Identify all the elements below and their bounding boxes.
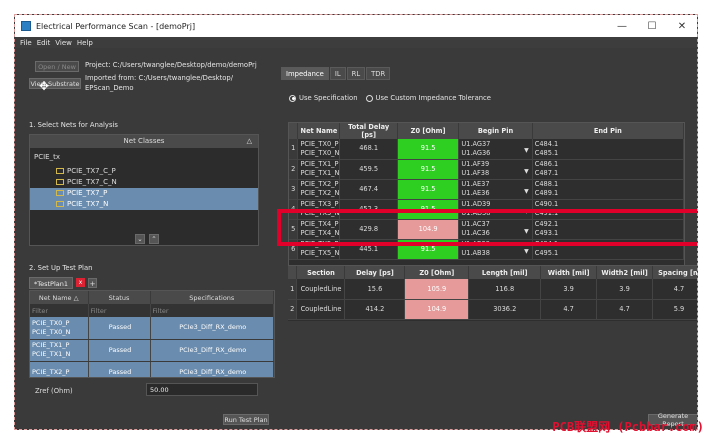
z0-cell: 91.5 (397, 159, 460, 180)
table-row[interactable]: 2 CoupledLine 414.2 104.9 3036.2 4.7 4.7… (288, 299, 697, 320)
col-z0[interactable]: Z0 [Ohm] (404, 266, 470, 279)
title-bar: Electrical Performance Scan - [demoPrj] … (15, 15, 697, 37)
col-net-name[interactable]: Net Name (297, 123, 341, 139)
move-cursor-icon: ✥ (39, 79, 50, 93)
imported-path-2: EPScan_Demo (85, 84, 134, 92)
zref-input[interactable]: 50.00 (146, 383, 258, 396)
filter-input[interactable]: Filter (88, 304, 151, 317)
use-spec-radio[interactable]: Use Specification (289, 94, 358, 102)
close-button[interactable]: ✕ (667, 21, 697, 32)
highlight-box (277, 209, 697, 246)
tab-tdr[interactable]: TDR (366, 67, 391, 80)
section-table: Section Delay [ps] Z0 [Ohm] Length [mil]… (288, 265, 697, 321)
col-net-name[interactable]: Net Name △ (30, 291, 89, 304)
filter-input[interactable]: Filter (150, 304, 274, 317)
setup-plan-label: 2. Set Up Test Plan (29, 264, 93, 272)
net-class-tree: Net Classes △ PCIE_tx PCIE_TX7_C_P PCIE_… (29, 134, 259, 246)
zref-label: Zref (Ohm) (35, 387, 73, 395)
view-substrate-button[interactable]: View Substrate (29, 78, 81, 89)
col-status[interactable]: Status (88, 291, 151, 304)
col-begin-pin[interactable]: Begin Pin (458, 123, 533, 139)
col-length[interactable]: Length [mil] (468, 266, 542, 279)
col-end-pin[interactable]: End Pin (532, 123, 684, 139)
select-nets-label: 1. Select Nets for Analysis (29, 121, 118, 129)
col-delay[interactable]: Delay [ps] (344, 266, 406, 279)
net-icon (56, 190, 64, 196)
move-up-button[interactable]: ⌃ (149, 234, 159, 244)
menu-view[interactable]: View (55, 39, 72, 47)
minimize-button[interactable]: — (607, 21, 637, 32)
tree-item[interactable]: PCIE_TX7_N (30, 199, 258, 210)
dropdown-arrow-icon[interactable]: ▼ (524, 146, 529, 155)
close-tab-icon[interactable]: x (76, 278, 86, 287)
net-icon (56, 179, 64, 185)
table-row[interactable]: PCIE_TX0_P PCIE_TX0_N Passed PCIe3_Diff_R… (30, 317, 274, 340)
run-test-plan-button[interactable]: Run Test Plan (223, 414, 269, 425)
table-row[interactable]: 1 CoupledLine 15.6 105.9 116.8 3.9 3.9 4… (288, 279, 697, 300)
table-row[interactable]: 3 PCIE_TX2_P PCIE_TX2_N 467.4 91.5 U1.AE37 U1.… (289, 179, 684, 200)
move-down-button[interactable]: ⌄ (135, 234, 145, 244)
menu-file[interactable]: File (20, 39, 32, 47)
tolerance-options: Use Specification Use Custom Impedance T… (289, 94, 499, 102)
net-icon (56, 201, 64, 207)
impedance-net-table: Net Name Total Delay [ps] Z0 [Ohm] Begin… (288, 122, 685, 284)
net-icon (56, 168, 64, 174)
col-total-delay[interactable]: Total Delay [ps] (339, 123, 398, 139)
test-plan-table: Net Name △ Status Specifications Filter … (29, 290, 275, 378)
use-custom-radio[interactable]: Use Custom Impedance Tolerance (365, 94, 491, 102)
z0-cell: 91.5 (397, 179, 460, 200)
watermark: PCB联盟网 (Pcbbar.com) (552, 420, 704, 434)
table-row[interactable]: 1 PCIE_TX0_P PCIE_TX0_N 468.1 91.5 U1.AG37 U1.… (289, 139, 684, 160)
tree-item[interactable]: PCIE_TX7_P (30, 188, 258, 199)
col-width[interactable]: Width [mil] (540, 266, 598, 279)
dropdown-arrow-icon[interactable]: ▼ (524, 187, 529, 196)
table-row[interactable]: 2 PCIE_TX1_P PCIE_TX1_N 459.5 91.5 U1.AF39 U1.… (289, 159, 684, 180)
app-window: Electrical Performance Scan - [demoPrj] … (14, 14, 698, 430)
tree-item[interactable]: PCIE_TX7_C_P (30, 166, 258, 177)
window-title: Electrical Performance Scan - [demoPrj] (36, 21, 196, 31)
z0-cell: 91.5 (397, 139, 460, 160)
table-row[interactable]: PCIE_TX1_P PCIE_TX1_N Passed PCIe3_Diff_R… (30, 339, 274, 362)
analysis-tabs: Impedance IL RL TDR (281, 67, 391, 80)
dropdown-arrow-icon[interactable]: ▼ (524, 167, 529, 176)
imported-path-1: Imported from: C:/Users/twanglee/Desktop… (85, 74, 234, 82)
menu-edit[interactable]: Edit (37, 39, 51, 47)
tree-item[interactable]: PCIE_TX7_C_N (30, 177, 258, 188)
col-spacing[interactable]: Spacing [m (652, 266, 697, 279)
table-row[interactable]: PCIE_TX2_P Passed PCIe3_Diff_RX_demo (30, 361, 274, 377)
maximize-button[interactable]: ☐ (637, 21, 667, 32)
tab-rl[interactable]: RL (346, 67, 366, 80)
tree-item[interactable]: PCIE_tx (30, 152, 258, 163)
tab-impedance[interactable]: Impedance (281, 67, 329, 80)
filter-input[interactable]: Filter (30, 304, 89, 317)
dropdown-arrow-icon[interactable]: ▼ (524, 247, 529, 256)
col-z0[interactable]: Z0 [Ohm] (397, 123, 460, 139)
col-section[interactable]: Section (296, 266, 346, 279)
menu-help[interactable]: Help (77, 39, 93, 47)
add-tab-icon[interactable]: + (88, 278, 98, 288)
app-icon (21, 21, 31, 31)
open-new-button[interactable]: Open / New (35, 61, 79, 72)
project-path: Project: C:/Users/twanglee/Desktop/demo/… (85, 61, 257, 69)
net-classes-header[interactable]: Net Classes △ (30, 135, 258, 148)
tab-testplan1[interactable]: *TestPlan1 (29, 277, 74, 289)
left-panel: Open / New View Substrate Project: C:/Us… (15, 48, 277, 429)
sort-icon: △ (246, 137, 252, 145)
menu-bar: File Edit View Help (15, 37, 697, 48)
col-specifications[interactable]: Specifications (150, 291, 274, 304)
col-width2[interactable]: Width2 [mil] (596, 266, 654, 279)
plan-tabs: *TestPlan1 x + (29, 277, 98, 289)
tab-il[interactable]: IL (329, 67, 346, 80)
